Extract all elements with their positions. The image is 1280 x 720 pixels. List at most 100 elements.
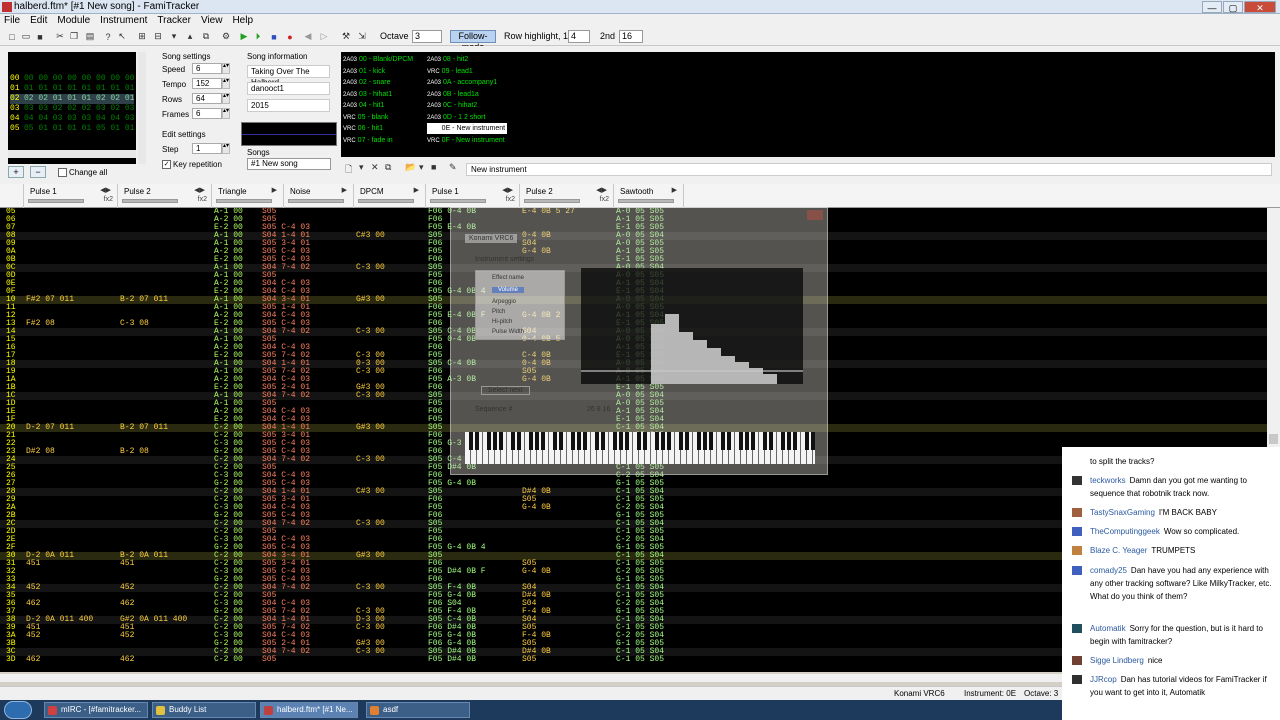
pattern-cell[interactable]: B-2 07 011 bbox=[120, 296, 168, 304]
speed-input[interactable]: 6 bbox=[192, 63, 222, 74]
play-icon[interactable]: ▶ bbox=[238, 30, 250, 43]
new-file-icon[interactable]: □ bbox=[6, 30, 18, 43]
list-item[interactable]: Hi-pitch bbox=[492, 319, 512, 325]
settings-icon[interactable]: ⚒ bbox=[340, 30, 352, 43]
save-instrument-icon[interactable]: ■ bbox=[431, 162, 436, 172]
instrument-item[interactable]: 2A03 0D - 1 2 short bbox=[427, 112, 485, 123]
instrument-item[interactable]: VRC 0F - New instrument bbox=[427, 135, 505, 146]
pattern-cell[interactable]: B-2 08 bbox=[120, 448, 149, 456]
move-frame-down-icon[interactable]: ▾ bbox=[168, 30, 180, 43]
export-icon[interactable]: ⇲ bbox=[356, 30, 368, 43]
pattern-cell[interactable]: 462 bbox=[26, 600, 40, 608]
frame-list-hscrollbar[interactable] bbox=[8, 150, 136, 158]
pattern-cell[interactable]: C-3 00 bbox=[356, 328, 385, 336]
channel-vrc6-pulse1[interactable]: Pulse 1 ◀▶ fx2 bbox=[426, 184, 520, 208]
pattern-cell[interactable]: 451 bbox=[26, 560, 40, 568]
vrc6-tab[interactable]: Konami VRC6 bbox=[465, 234, 518, 243]
sample-visualizer[interactable] bbox=[241, 122, 337, 146]
remove-frame-icon[interactable]: ⊟ bbox=[152, 30, 164, 43]
piano-keyboard[interactable] bbox=[465, 432, 815, 464]
channel-noise[interactable]: Noise ▶ bbox=[284, 184, 354, 208]
taskbar-famitracker[interactable]: halberd.ftm* [#1 Ne... bbox=[260, 702, 358, 718]
instrument-item[interactable]: 2A03 04 - hit1 bbox=[343, 100, 384, 111]
next-track-icon[interactable]: ▷ bbox=[318, 30, 330, 43]
duplicate-frame-icon[interactable]: ⧉ bbox=[200, 30, 212, 43]
clone-instrument-icon[interactable]: ⧉ bbox=[385, 162, 391, 173]
module-properties-icon[interactable]: ⚙ bbox=[220, 30, 232, 43]
maximize-button[interactable]: ▢ bbox=[1223, 1, 1243, 13]
menu-file[interactable]: File bbox=[4, 14, 20, 28]
pattern-cell[interactable]: C-1 05 S05 bbox=[616, 656, 664, 664]
pattern-cell[interactable]: 452 bbox=[26, 632, 40, 640]
remove-instrument-icon[interactable]: ✕ bbox=[371, 162, 379, 173]
copy-icon[interactable]: ❐ bbox=[68, 30, 80, 43]
channel-triangle[interactable]: Triangle ▶ bbox=[212, 184, 284, 208]
frames-input[interactable]: 6 bbox=[192, 108, 222, 119]
instrument-item[interactable]: 2A03 08 - hit2 bbox=[427, 54, 468, 65]
frame-row[interactable]: 03 03 03 02 02 02 03 02 03 bbox=[10, 104, 134, 114]
add-instrument-icon[interactable]: 🗋 bbox=[345, 162, 352, 178]
row-highlight-2nd-input[interactable]: 16 bbox=[619, 30, 643, 43]
instrument-item[interactable]: 2A03 00 - Blank/DPCM bbox=[343, 54, 413, 65]
instrument-item[interactable]: 2A03 0A - accompany1 bbox=[427, 77, 497, 88]
remove-frame-button[interactable]: − bbox=[30, 166, 46, 178]
list-item[interactable]: Pulse Width bbox=[492, 329, 524, 335]
pattern-cell[interactable]: 462 bbox=[120, 656, 134, 664]
pattern-cell[interactable]: D-2 07 011 bbox=[26, 424, 74, 432]
pattern-cell[interactable]: 462 bbox=[26, 656, 40, 664]
song-name-field[interactable]: Taking Over The Halberd bbox=[247, 65, 330, 87]
list-item[interactable]: Pitch bbox=[492, 309, 505, 315]
pattern-cell[interactable]: C-3 00 bbox=[356, 584, 385, 592]
dropdown-arrow-icon[interactable]: ▾ bbox=[359, 162, 364, 173]
chat-username[interactable]: JJRcop bbox=[1090, 675, 1117, 684]
paste-icon[interactable]: ▤ bbox=[84, 30, 96, 43]
pattern-cell[interactable]: 462 bbox=[120, 600, 134, 608]
about-icon[interactable]: ? bbox=[102, 30, 114, 43]
menu-tracker[interactable]: Tracker bbox=[157, 14, 191, 28]
instrument-name-field[interactable]: New instrument bbox=[466, 163, 1272, 176]
pattern-cell[interactable]: C-3 00 bbox=[356, 456, 385, 464]
frame-row-current[interactable]: 02 02 02 01 01 01 02 02 01 bbox=[10, 94, 134, 104]
pattern-cell[interactable]: 452 bbox=[120, 584, 134, 592]
pattern-cell[interactable]: C#3 00 bbox=[356, 232, 385, 240]
pattern-cell[interactable]: S05 bbox=[522, 656, 536, 664]
pattern-cell[interactable]: C-3 08 bbox=[120, 320, 149, 328]
channel-pulse2[interactable]: Pulse 2 ◀▶ fx2 bbox=[118, 184, 212, 208]
chat-username[interactable]: Automatik bbox=[1090, 624, 1126, 633]
row-highlight-1st-input[interactable]: 4 bbox=[568, 30, 590, 43]
menu-edit[interactable]: Edit bbox=[30, 14, 47, 28]
chat-username[interactable]: TheComputinggeek bbox=[1090, 527, 1160, 536]
pattern-cell[interactable]: C-2 00 bbox=[214, 656, 243, 664]
song-select[interactable]: #1 New song bbox=[247, 158, 331, 170]
menu-instrument[interactable]: Instrument bbox=[100, 14, 147, 28]
pattern-cell[interactable]: F#2 07 011 bbox=[26, 296, 74, 304]
frame-row[interactable]: 04 04 04 03 03 03 04 04 03 bbox=[10, 114, 134, 124]
pattern-cell[interactable]: 452 bbox=[26, 584, 40, 592]
frame-row[interactable]: 05 05 01 01 01 01 05 01 01 bbox=[10, 124, 134, 134]
song-artist-field[interactable]: danooct1 bbox=[247, 82, 330, 95]
song-copyright-field[interactable]: 2015 bbox=[247, 99, 330, 112]
edit-instrument-icon[interactable]: ✎ bbox=[449, 162, 457, 173]
stop-icon[interactable]: ■ bbox=[268, 30, 280, 43]
save-file-icon[interactable]: ■ bbox=[34, 30, 46, 43]
instrument-item[interactable]: VRC 05 - blank bbox=[343, 112, 388, 123]
sequence-type-list[interactable]: Effect name Volume Arpeggio Pitch Hi-pit… bbox=[475, 270, 565, 340]
taskbar-asdf[interactable]: asdf bbox=[366, 702, 470, 718]
pattern-cell[interactable]: C-3 00 bbox=[356, 392, 385, 400]
pattern-cell[interactable]: G#3 00 bbox=[356, 424, 385, 432]
instrument-item[interactable]: VRC 09 - lead1 bbox=[427, 66, 473, 77]
play-loop-icon[interactable]: ⏵ bbox=[252, 30, 264, 43]
pattern-cell[interactable]: G#3 00 bbox=[356, 552, 385, 560]
pattern-cell[interactable]: D#2 08 bbox=[26, 448, 55, 456]
instrument-item[interactable]: 2A03 0B - lead1a bbox=[427, 89, 479, 100]
instrument-item[interactable]: VRC 07 - fade in bbox=[343, 135, 393, 146]
step-spinner[interactable]: ▴▾ bbox=[222, 143, 230, 154]
chat-username[interactable]: Sigge Lindberg bbox=[1090, 656, 1144, 665]
pattern-cell[interactable]: S05 bbox=[262, 656, 276, 664]
pattern-cell[interactable]: 452 bbox=[120, 632, 134, 640]
channel-vrc6-pulse2[interactable]: Pulse 2 ◀▶ fx2 bbox=[520, 184, 614, 208]
pattern-cell[interactable]: G-4 0B bbox=[522, 504, 551, 512]
pattern-cell[interactable]: C-3 00 bbox=[356, 264, 385, 272]
move-frame-up-icon[interactable]: ▴ bbox=[184, 30, 196, 43]
list-item[interactable]: Arpeggio bbox=[492, 299, 516, 305]
